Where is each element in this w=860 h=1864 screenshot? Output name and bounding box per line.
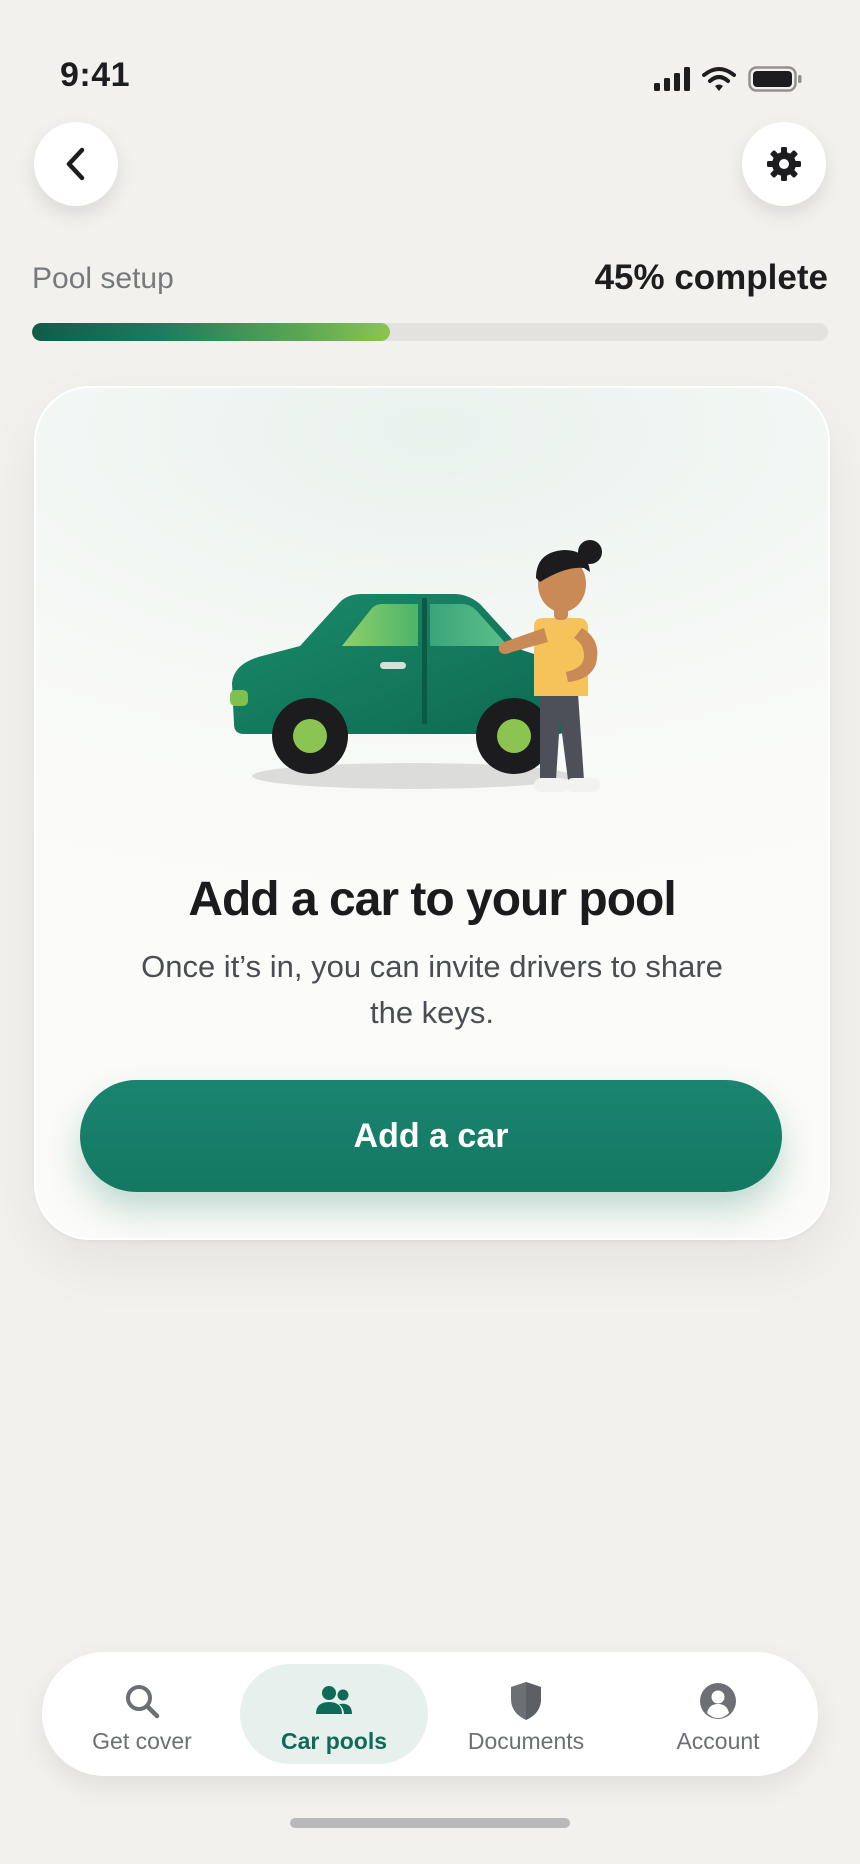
back-button[interactable]	[34, 122, 118, 206]
nav-item-account[interactable]: Account	[624, 1664, 812, 1764]
nav-label-account: Account	[676, 1728, 760, 1754]
add-car-card: Add a car to your pool Once it’s in, you…	[34, 386, 830, 1240]
nav-item-car-pools[interactable]: Car pools	[240, 1664, 428, 1764]
progress-label: Pool setup	[32, 262, 174, 295]
search-icon	[126, 1685, 160, 1719]
home-indicator	[290, 1818, 570, 1828]
gear-icon	[767, 147, 801, 181]
chevron-left-icon	[66, 147, 85, 181]
progress-fill	[32, 323, 391, 341]
nav-label-documents: Documents	[467, 1728, 585, 1754]
card-title: Add a car to your pool	[188, 873, 676, 926]
nav-item-get-cover[interactable]: Get cover	[48, 1664, 236, 1764]
bottom-nav: Get cover Car pools Documents Account	[42, 1652, 818, 1776]
wifi-icon	[702, 67, 736, 91]
account-icon	[700, 1683, 736, 1719]
status-time: 9:41	[60, 56, 131, 94]
cellular-signal-icon	[654, 67, 690, 91]
car-illustration	[230, 540, 602, 792]
shield-icon	[511, 1682, 541, 1720]
progress-percent: 45% complete	[594, 258, 828, 297]
status-bar: 9:41	[0, 0, 860, 120]
add-car-button[interactable]: Add a car	[80, 1080, 782, 1192]
settings-button[interactable]	[742, 122, 826, 206]
card-subtitle: Once it’s in, you can invite drivers to …	[141, 949, 723, 1030]
progress-bar	[32, 323, 828, 341]
nav-item-documents[interactable]: Documents	[432, 1664, 620, 1764]
status-icons	[654, 66, 802, 92]
nav-label-car-pools: Car pools	[280, 1728, 388, 1754]
people-icon	[316, 1686, 352, 1714]
battery-icon	[748, 66, 802, 92]
nav-label-get-cover: Get cover	[92, 1728, 192, 1754]
